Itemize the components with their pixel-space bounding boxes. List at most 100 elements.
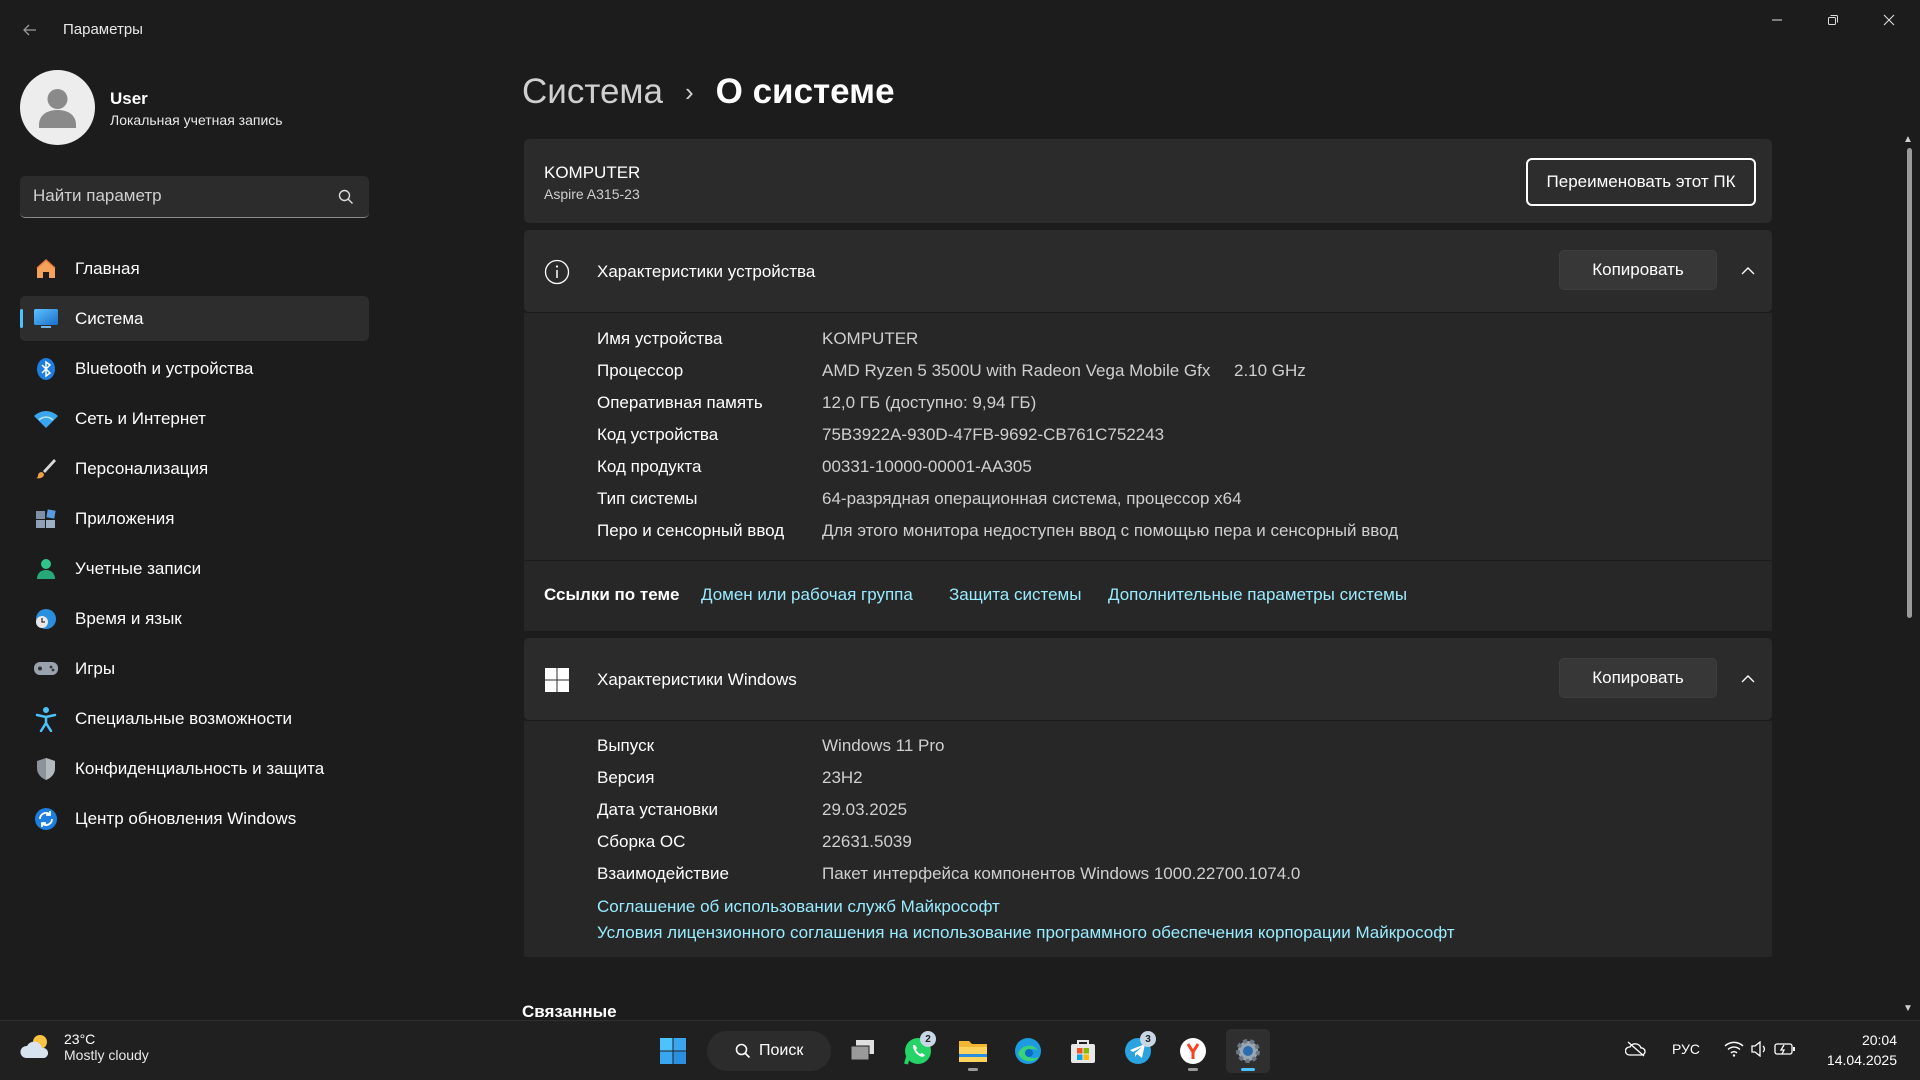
spec-row: Версия 23H2 bbox=[597, 762, 863, 794]
store-button[interactable] bbox=[1061, 1029, 1105, 1073]
battery-icon[interactable] bbox=[1774, 1041, 1796, 1057]
sidebar-item-system[interactable]: Система bbox=[20, 296, 369, 341]
windows-specs-header[interactable]: Характеристики Windows Копировать bbox=[524, 638, 1772, 720]
spec-key: Процессор bbox=[597, 361, 684, 380]
sidebar-item-label: Время и язык bbox=[75, 608, 182, 628]
spec-key: Дата установки bbox=[597, 800, 719, 819]
copy-windows-specs-button[interactable]: Копировать bbox=[1559, 658, 1717, 698]
notification-badge: 2 bbox=[920, 1031, 936, 1047]
edge-button[interactable] bbox=[1006, 1029, 1050, 1073]
spec-value[interactable]: AMD Ryzen 5 3500U with Radeon Vega Mobil… bbox=[822, 361, 1306, 381]
sidebar-item-home[interactable]: Главная bbox=[20, 246, 369, 291]
spec-value[interactable]: 12,0 ГБ (доступно: 9,94 ГБ) bbox=[822, 393, 1036, 413]
minimize-icon bbox=[1772, 19, 1782, 21]
edge-icon bbox=[1015, 1038, 1041, 1064]
clock-time[interactable]: 20:04 bbox=[1841, 1032, 1897, 1048]
weather-widget[interactable]: 23°C Mostly cloudy bbox=[20, 1031, 149, 1063]
scroll-down-arrow-icon[interactable]: ▼ bbox=[1903, 1003, 1913, 1014]
rename-pc-button[interactable]: Переименовать этот ПК bbox=[1526, 158, 1756, 206]
onedrive-offline-icon[interactable] bbox=[1625, 1041, 1647, 1057]
whatsapp-button[interactable]: 2 bbox=[896, 1029, 940, 1073]
task-view-button[interactable] bbox=[841, 1029, 885, 1073]
scroll-up-arrow-icon[interactable]: ▲ bbox=[1903, 134, 1913, 145]
active-indicator bbox=[20, 309, 23, 328]
device-specs-header[interactable]: Характеристики устройства Копировать bbox=[524, 230, 1772, 312]
sidebar-item-gaming[interactable]: Игры bbox=[20, 646, 369, 691]
volume-icon[interactable] bbox=[1750, 1041, 1768, 1057]
spec-value[interactable]: KOMPUTER bbox=[822, 329, 918, 349]
weather-condition: Mostly cloudy bbox=[64, 1047, 149, 1063]
sidebar-item-accounts[interactable]: Учетные записи bbox=[20, 546, 369, 591]
link-domain-workgroup[interactable]: Домен или рабочая группа bbox=[701, 585, 913, 605]
spec-value[interactable]: Windows 11 Pro bbox=[822, 736, 945, 756]
link-microsoft-license-terms[interactable]: Условия лицензионного соглашения на испо… bbox=[597, 923, 1455, 943]
restore-icon bbox=[1828, 15, 1838, 25]
clock-date[interactable]: 14.04.2025 bbox=[1820, 1052, 1897, 1068]
sidebar-item-apps[interactable]: Приложения bbox=[20, 496, 369, 541]
gear-icon bbox=[1236, 1039, 1260, 1063]
pc-model: Aspire A315-23 bbox=[544, 186, 640, 202]
spec-row: Код устройства 75B3922A-930D-47FB-9692-C… bbox=[597, 419, 1164, 451]
spec-row: Выпуск Windows 11 Pro bbox=[597, 730, 945, 762]
link-microsoft-services-agreement[interactable]: Соглашение об использовании служб Майкро… bbox=[597, 897, 1000, 917]
spec-value[interactable]: 00331-10000-00001-AA305 bbox=[822, 457, 1032, 477]
sidebar-item-network[interactable]: Сеть и Интернет bbox=[20, 396, 369, 441]
spec-key: Тип системы bbox=[597, 489, 698, 508]
running-indicator bbox=[1188, 1068, 1198, 1071]
spec-value[interactable]: 29.03.2025 bbox=[822, 800, 907, 820]
language-indicator[interactable]: РУС bbox=[1672, 1041, 1700, 1057]
running-indicator bbox=[968, 1068, 978, 1071]
close-button[interactable] bbox=[1861, 0, 1917, 40]
user-silhouette-icon bbox=[39, 89, 76, 128]
spec-key: Взаимодействие bbox=[597, 864, 729, 883]
sidebar-item-time-language[interactable]: Время и язык bbox=[20, 596, 369, 641]
restore-button[interactable] bbox=[1805, 0, 1861, 40]
spec-row: Код продукта 00331-10000-00001-AA305 bbox=[597, 451, 1032, 483]
telegram-button[interactable]: 3 bbox=[1116, 1029, 1160, 1073]
link-advanced-system-settings[interactable]: Дополнительные параметры системы bbox=[1108, 585, 1407, 605]
spec-value[interactable]: 22631.5039 bbox=[822, 832, 912, 852]
sidebar-item-label: Система bbox=[75, 308, 144, 328]
collapse-windows-specs-button[interactable] bbox=[1733, 664, 1763, 694]
spec-row: Оперативная память 12,0 ГБ (доступно: 9,… bbox=[597, 387, 1036, 419]
copy-device-specs-button[interactable]: Копировать bbox=[1559, 250, 1717, 290]
file-explorer-button[interactable] bbox=[951, 1029, 995, 1073]
link-system-protection[interactable]: Защита системы bbox=[949, 585, 1081, 605]
spec-value[interactable]: 64-разрядная операционная система, проце… bbox=[822, 489, 1242, 509]
breadcrumb-separator: › bbox=[684, 76, 694, 107]
sidebar-item-privacy[interactable]: Конфиденциальность и защита bbox=[20, 746, 369, 791]
spec-value[interactable]: 23H2 bbox=[822, 768, 863, 788]
search-icon[interactable] bbox=[337, 188, 355, 206]
section-title: Характеристики Windows bbox=[597, 670, 797, 689]
minimize-button[interactable] bbox=[1749, 0, 1805, 40]
sidebar-item-personalization[interactable]: Персонализация bbox=[20, 446, 369, 491]
avatar[interactable] bbox=[20, 70, 95, 145]
search-input[interactable] bbox=[20, 176, 320, 216]
spec-key: Код продукта bbox=[597, 457, 702, 476]
windows-start-icon bbox=[660, 1038, 686, 1064]
sidebar-item-accessibility[interactable]: Специальные возможности bbox=[20, 696, 369, 741]
breadcrumb-parent[interactable]: Система bbox=[522, 72, 663, 112]
back-button[interactable] bbox=[14, 14, 46, 46]
user-name: User bbox=[110, 89, 148, 108]
sidebar-item-label: Центр обновления Windows bbox=[75, 808, 297, 828]
start-button[interactable] bbox=[651, 1029, 695, 1073]
spec-value[interactable]: 75B3922A-930D-47FB-9692-CB761C752243 bbox=[822, 425, 1164, 445]
spec-value[interactable]: Пакет интерфейса компонентов Windows 100… bbox=[822, 864, 1300, 884]
taskbar-search[interactable]: Поиск bbox=[707, 1031, 831, 1071]
sidebar-item-label: Конфиденциальность и защита bbox=[75, 758, 325, 778]
store-icon bbox=[1071, 1040, 1095, 1063]
sidebar-item-windows-update[interactable]: Центр обновления Windows bbox=[20, 796, 369, 841]
spec-row: Сборка ОС 22631.5039 bbox=[597, 826, 912, 858]
scrollbar-thumb[interactable] bbox=[1907, 148, 1912, 618]
settings-button[interactable] bbox=[1226, 1029, 1270, 1073]
collapse-device-specs-button[interactable] bbox=[1733, 256, 1763, 286]
spec-value[interactable]: Для этого монитора недоступен ввод с пом… bbox=[822, 521, 1398, 541]
sidebar-item-bluetooth[interactable]: Bluetooth и устройства bbox=[20, 346, 369, 391]
apps-icon bbox=[32, 505, 60, 533]
yandex-browser-button[interactable] bbox=[1171, 1029, 1215, 1073]
wifi-icon[interactable] bbox=[1724, 1041, 1744, 1057]
section-title: Характеристики устройства bbox=[597, 262, 816, 281]
sidebar-item-label: Учетные записи bbox=[75, 558, 202, 578]
chevron-up-icon bbox=[1741, 267, 1755, 275]
